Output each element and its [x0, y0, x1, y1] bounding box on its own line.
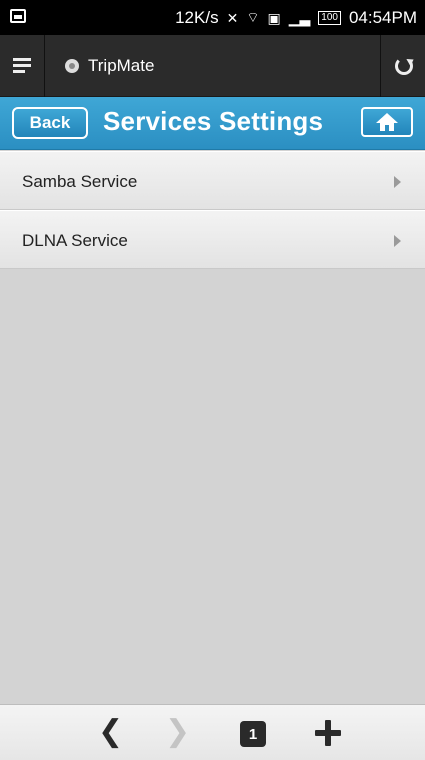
new-tab-plus-icon[interactable]: [315, 720, 341, 746]
home-button[interactable]: [361, 107, 413, 137]
page-header: Back Services Settings: [0, 97, 425, 150]
site-favicon-icon: [65, 59, 79, 73]
site-title[interactable]: TripMate: [88, 56, 154, 76]
battery-icon: 100: [318, 11, 341, 25]
screenshot-notification-icon: [10, 9, 26, 23]
menu-icon[interactable]: [13, 58, 31, 74]
list-item-dlna-service[interactable]: DLNA Service: [0, 210, 425, 269]
services-list: Samba Service DLNA Service: [0, 151, 425, 269]
chevron-right-icon: [394, 235, 401, 247]
wifi-icon: ⌔: [246, 9, 260, 25]
list-item-label: DLNA Service: [22, 231, 128, 250]
refresh-icon[interactable]: [395, 57, 413, 75]
signal-icon: ▁▃: [288, 9, 311, 26]
page-title: Services Settings: [103, 106, 324, 136]
forward-arrow-icon[interactable]: ❯: [165, 717, 190, 747]
list-item-label: Samba Service: [22, 172, 138, 191]
back-arrow-icon[interactable]: ❮: [98, 717, 123, 747]
mute-icon: ✕: [226, 9, 239, 26]
status-indicators: 12K/s ✕ ⌔ ▣ ▁▃ 100 04:54PM: [175, 6, 417, 30]
browser-bottom-toolbar: ❮ ❯ 1: [0, 704, 425, 760]
clock: 04:54PM: [348, 8, 417, 27]
network-speed: 12K/s: [175, 8, 219, 27]
divider: [380, 35, 381, 97]
list-item-samba-service[interactable]: Samba Service: [0, 151, 425, 210]
chevron-right-icon: [394, 176, 401, 188]
status-bar: 12K/s ✕ ⌔ ▣ ▁▃ 100 04:54PM: [0, 0, 425, 35]
sim-icon: ▣: [267, 9, 281, 26]
back-button[interactable]: Back: [12, 107, 88, 139]
browser-toolbar: TripMate: [0, 35, 425, 97]
home-icon: [376, 113, 398, 131]
divider: [44, 35, 45, 97]
tab-count-button[interactable]: 1: [240, 721, 266, 747]
